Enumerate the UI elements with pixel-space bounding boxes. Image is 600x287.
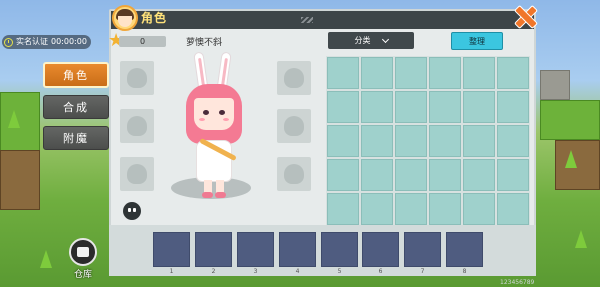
backpack-slot[interactable] (463, 57, 495, 89)
backpack-slot[interactable] (429, 57, 461, 89)
backpack-slot[interactable] (497, 193, 529, 225)
hotbar-number: 6 (378, 268, 383, 275)
equip-slot-chest[interactable] (120, 109, 154, 143)
backpack-slot[interactable] (497, 159, 529, 191)
grass-block (540, 100, 600, 140)
equip-slot-mount[interactable] (277, 157, 311, 191)
equip-slot-legs[interactable] (120, 157, 154, 191)
backpack-slot[interactable] (463, 91, 495, 123)
hotbar-slot-4[interactable] (279, 232, 316, 267)
backpack-slot[interactable] (463, 159, 495, 191)
warehouse-icon (69, 238, 97, 266)
realname-badge[interactable]: 实名认证 00:00:00 (2, 35, 91, 49)
pet-icon (284, 68, 304, 88)
clock-icon (4, 37, 13, 47)
equip-slot-head[interactable] (120, 61, 154, 95)
backpack-slot[interactable] (497, 125, 529, 157)
avatar (112, 5, 138, 31)
level-bar: 0 (119, 36, 166, 47)
dragon-icon (284, 164, 304, 184)
category-label: 分类 (354, 36, 371, 45)
backpack-slot[interactable] (395, 159, 427, 191)
backpack-grid (326, 56, 530, 226)
backpack-slot[interactable] (361, 57, 393, 89)
backpack-slot[interactable] (429, 193, 461, 225)
tab-character[interactable]: 角色 (43, 62, 109, 88)
backpack-slot[interactable] (361, 125, 393, 157)
category-dropdown[interactable]: 分类 (328, 32, 414, 49)
backpack-slot[interactable] (463, 193, 495, 225)
hotbar-slot-7[interactable] (404, 232, 441, 267)
backpack-slot[interactable] (361, 91, 393, 123)
backpack-slot[interactable] (429, 159, 461, 191)
realname-time: 00:00:00 (51, 37, 87, 46)
equip-slot-cape[interactable] (277, 109, 311, 143)
backpack-slot[interactable] (327, 125, 359, 157)
backpack-slot[interactable] (327, 91, 359, 123)
hotbar-number: 5 (337, 268, 342, 275)
hotbar-number: 3 (253, 268, 258, 275)
backpack-slot[interactable] (361, 193, 393, 225)
character-model[interactable] (182, 51, 246, 202)
hotbar-number: 7 (420, 268, 425, 275)
hotbar-slot-1[interactable] (153, 232, 190, 267)
cape-icon (284, 116, 304, 136)
dirt-block (0, 150, 40, 210)
backpack-slot[interactable] (497, 91, 529, 123)
stone-block (540, 70, 570, 100)
backpack-slot[interactable] (395, 57, 427, 89)
backpack-slot[interactable] (497, 57, 529, 89)
hotbar-slot-5[interactable] (321, 232, 358, 267)
grass-tuft (8, 110, 20, 128)
header-stripes (301, 17, 313, 23)
panel-header (111, 11, 534, 29)
hotbar-slot-2[interactable] (195, 232, 232, 267)
player-name: 萝懊不斜 (186, 38, 223, 48)
warehouse-label: 仓库 (73, 270, 92, 280)
chevron-down-icon (381, 35, 389, 43)
pants-icon (127, 164, 147, 184)
hotbar-slot-3[interactable] (237, 232, 274, 267)
grass-tuft (40, 250, 52, 268)
armor-icon (127, 116, 147, 136)
panel-title: 角色 (141, 11, 168, 25)
tab-crafting[interactable]: 合成 (43, 95, 109, 119)
hotbar-slot-8[interactable] (446, 232, 483, 267)
hotbar-slot-6[interactable] (362, 232, 399, 267)
hotbar-number: 8 (462, 268, 467, 275)
tab-enchant[interactable]: 附魔 (43, 126, 109, 150)
backpack-slot[interactable] (463, 125, 495, 157)
backpack-slot[interactable] (395, 91, 427, 123)
expression-button[interactable] (123, 202, 141, 220)
equip-slot-accessory[interactable] (277, 61, 311, 95)
corner-number: 123456789 (500, 279, 535, 286)
backpack-slot[interactable] (327, 57, 359, 89)
backpack-slot[interactable] (429, 125, 461, 157)
warehouse-button[interactable]: 仓库 (66, 238, 100, 280)
hotbar-number: 1 (169, 268, 174, 275)
grass-block (0, 92, 40, 152)
dirt-block (555, 140, 600, 190)
close-button[interactable] (514, 5, 536, 27)
backpack-slot[interactable] (395, 125, 427, 157)
backpack-slot[interactable] (429, 91, 461, 123)
side-tab-list: 角色 合成 附魔 (43, 62, 109, 157)
grass-tuft (575, 230, 587, 248)
hotbar-number: 2 (211, 268, 216, 275)
backpack-slot[interactable] (395, 193, 427, 225)
sort-button[interactable]: 整理 (451, 32, 503, 50)
grass-tuft (565, 150, 577, 168)
backpack-slot[interactable] (327, 193, 359, 225)
hotbar-number: 4 (295, 268, 300, 275)
backpack-slot[interactable] (327, 159, 359, 191)
realname-label: 实名认证 (16, 37, 48, 46)
helmet-icon (127, 68, 147, 88)
backpack-slot[interactable] (361, 159, 393, 191)
